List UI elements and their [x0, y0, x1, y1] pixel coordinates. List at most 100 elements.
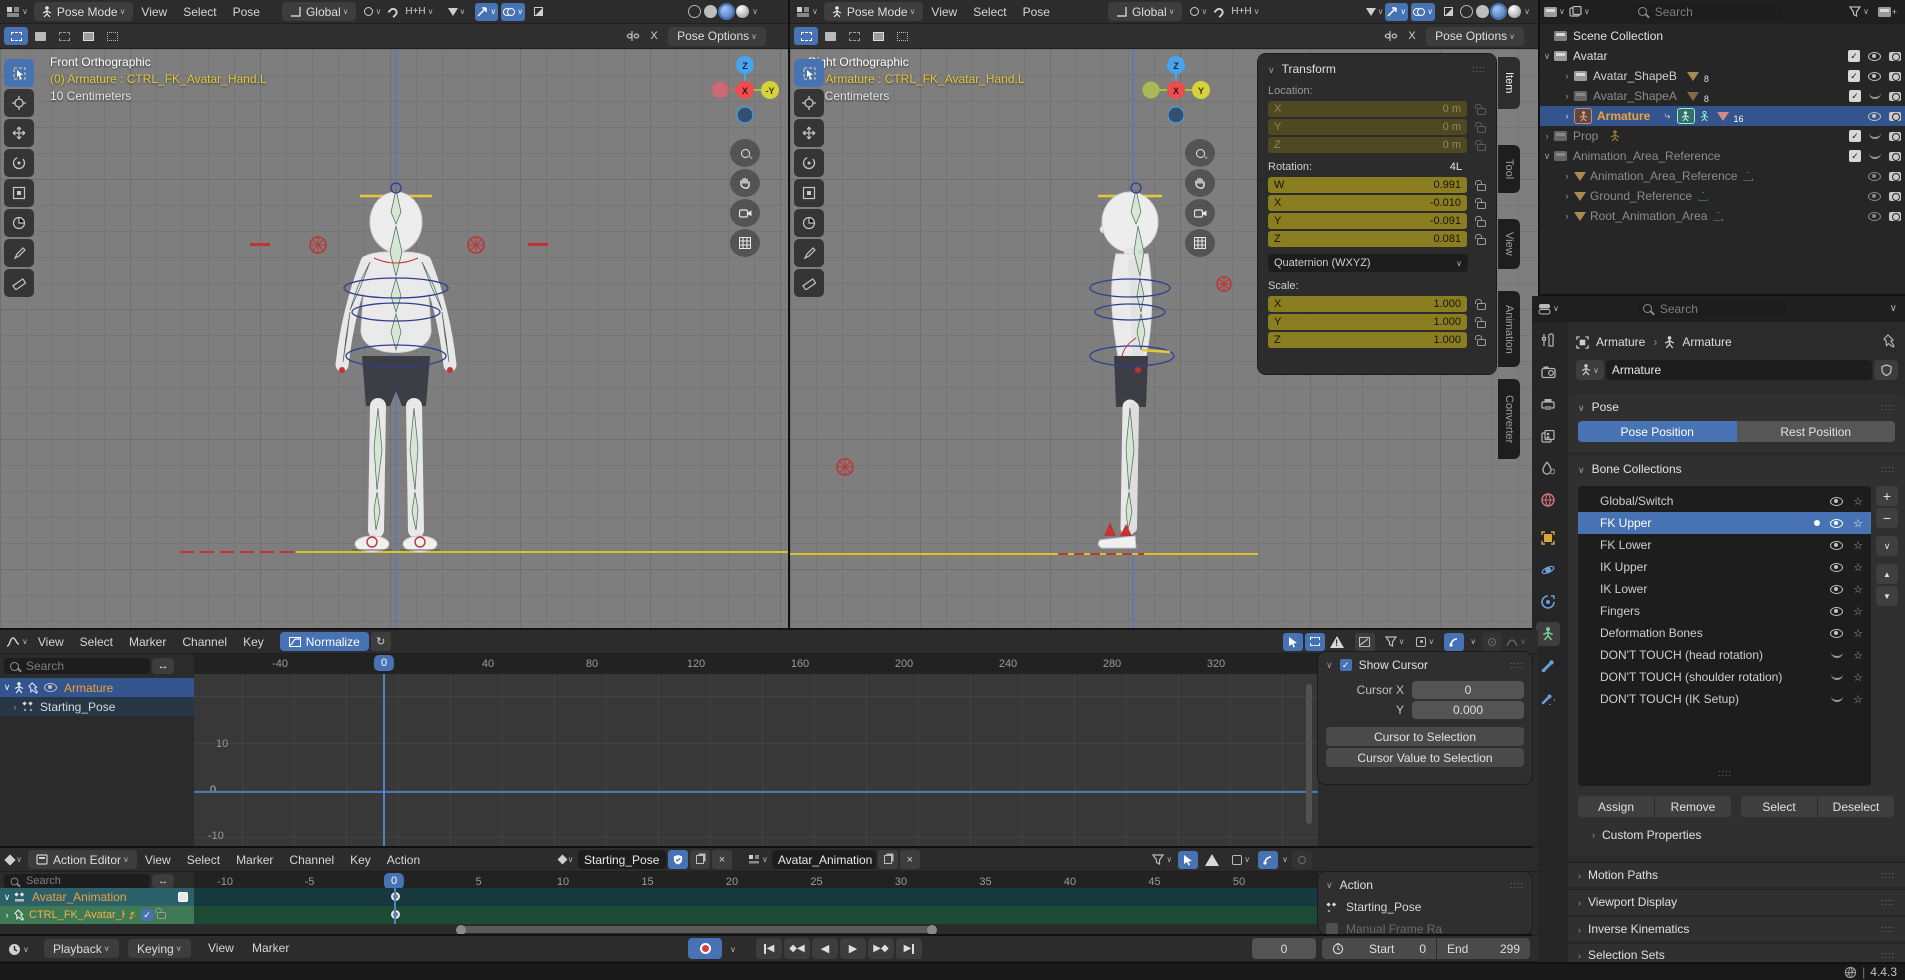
dopesheet-mode-dropdown[interactable]: Action Editor∨ — [28, 850, 137, 869]
rotation-w-field[interactable]: W0.991 — [1268, 177, 1467, 193]
play-button[interactable]: ▶ — [840, 938, 866, 959]
action-slot-name-field[interactable]: Avatar_Animation — [772, 850, 876, 869]
viewport-right-canvas[interactable]: Right Orthographic (0) Armature : CTRL_F… — [790, 49, 1538, 628]
proportional-edit-toggle[interactable] — [1444, 633, 1464, 651]
frame-range-end[interactable]: End299 — [1437, 938, 1530, 959]
shading-solid-icon[interactable] — [1476, 5, 1489, 18]
action-id-dropdown[interactable]: ∨ — [556, 851, 576, 869]
hide-eye-icon[interactable] — [1868, 52, 1881, 61]
mode-select-dropdown[interactable]: Pose Mode∨ — [824, 2, 924, 21]
editor-type-graph-button[interactable]: ∨ — [4, 633, 30, 651]
ruler-tick[interactable]: 25 — [810, 872, 822, 888]
xray-toggle[interactable] — [1438, 3, 1458, 21]
collection-specials-dropdown[interactable]: ∨ — [1876, 536, 1898, 556]
menu-pose[interactable]: Pose — [225, 5, 268, 19]
tool-measure[interactable] — [4, 269, 34, 297]
proportional-dropdown[interactable]: ∨ — [1470, 637, 1476, 646]
ruler-tick[interactable]: 15 — [641, 872, 653, 888]
select-mode-new-button[interactable] — [4, 27, 28, 45]
ruler-tick[interactable]: 50 — [1233, 872, 1245, 888]
deselect-button[interactable]: Deselect — [1817, 796, 1894, 817]
select-mode-invert-button[interactable] — [76, 27, 100, 45]
bone-collection-row-selected[interactable]: FK Upper☆ — [1578, 512, 1871, 534]
disable-render-icon[interactable] — [1889, 72, 1901, 81]
jump-to-start-button[interactable]: ◀ — [756, 938, 782, 959]
disable-render-icon[interactable] — [1889, 212, 1901, 221]
exclude-checkbox[interactable]: ✓ — [1848, 70, 1860, 82]
fake-user-shield-button[interactable] — [1874, 360, 1898, 380]
disable-render-icon[interactable] — [1889, 112, 1901, 121]
playback-dropdown[interactable]: Playback∨ — [44, 939, 119, 958]
cursor-x-field[interactable]: 0 — [1412, 681, 1524, 699]
scale-z-field[interactable]: Z1.000 — [1268, 332, 1467, 348]
properties-search-input[interactable]: Search — [1637, 300, 1787, 317]
action-panel-header[interactable]: Action — [1340, 878, 1373, 892]
channel-search-filter-button[interactable]: ↔ — [152, 658, 174, 674]
rig-handle-right[interactable] — [528, 243, 548, 246]
current-frame-field[interactable]: 0 — [1252, 938, 1316, 959]
modifier-wrench-icon[interactable] — [127, 910, 138, 921]
cursor-to-selection-button[interactable]: Cursor to Selection — [1326, 727, 1524, 746]
inverse-kinematics-panel[interactable]: ›Inverse Kinematics:::: — [1568, 916, 1905, 941]
lock-icon[interactable] — [1477, 303, 1486, 310]
pivot-point-dropdown[interactable]: ∨ — [362, 3, 383, 21]
bone-collection-row[interactable]: DON'T TOUCH (head rotation)☆ — [1578, 644, 1871, 666]
rest-position-button[interactable]: Rest Position — [1737, 421, 1896, 442]
normalize-auto-refresh-button[interactable]: ↻ — [371, 632, 391, 651]
editor-type-outliner-button[interactable]: ∨ — [1542, 3, 1567, 21]
disable-render-icon[interactable] — [1889, 192, 1901, 201]
menu-key[interactable]: Key — [342, 853, 379, 867]
dope-playhead[interactable] — [394, 888, 396, 924]
tab-world-icon[interactable] — [1536, 488, 1560, 512]
jump-to-end-button[interactable]: ▶ — [896, 938, 922, 959]
selection-sets-panel[interactable]: ›Selection Sets:::: — [1568, 943, 1905, 962]
disable-render-icon[interactable] — [1889, 132, 1901, 141]
select-mode-intersect-button[interactable] — [890, 27, 914, 45]
tool-select-box[interactable] — [4, 59, 34, 87]
lock-icon[interactable] — [1477, 321, 1486, 328]
outliner-row-armature[interactable]: › Armature ⤷ 16 — [1540, 106, 1905, 126]
location-z-field[interactable]: Z0 m — [1268, 137, 1467, 153]
axis-gizmo[interactable]: Z -Y X — [706, 51, 784, 129]
shading-wireframe-icon[interactable] — [688, 5, 701, 18]
solo-star-icon[interactable]: ☆ — [1853, 671, 1863, 684]
exclude-checkbox[interactable]: ✓ — [1848, 50, 1860, 62]
hide-eye-closed-icon[interactable] — [1869, 133, 1881, 139]
ruler-tick[interactable]: 10 — [557, 872, 569, 888]
solo-star-icon[interactable]: ☆ — [1853, 649, 1863, 662]
show-overlays-dropdown[interactable]: ∨ — [1411, 3, 1435, 21]
outliner-display-mode-dropdown[interactable]: ∨ — [1567, 3, 1592, 21]
tweak-select-icon[interactable] — [1283, 633, 1303, 651]
visibility-eye-closed-icon[interactable] — [1831, 674, 1843, 680]
select-mode-subtract-button[interactable] — [52, 27, 76, 45]
snap-dropdown[interactable]: ∨ — [1414, 633, 1436, 651]
bone-collection-row[interactable]: DON'T TOUCH (IK Setup)☆ — [1578, 688, 1871, 710]
menu-select[interactable]: Select — [965, 5, 1014, 19]
solo-star-icon[interactable]: ☆ — [1853, 693, 1863, 706]
panel-drag-handle[interactable]: :::: — [1472, 64, 1486, 74]
tab-object-data-icon[interactable] — [1536, 622, 1560, 646]
tab-constraints-icon[interactable] — [1536, 590, 1560, 614]
bone-collections-header[interactable]: ∨Bone Collections — [1578, 462, 1682, 476]
menu-view[interactable]: View — [137, 853, 179, 867]
ruler-tick[interactable]: 120 — [687, 654, 705, 674]
assign-button[interactable]: Assign — [1578, 796, 1654, 817]
pose-position-button[interactable]: Pose Position — [1578, 421, 1737, 442]
dope-ruler[interactable]: -10-505101520253035404550 — [194, 872, 1318, 888]
rig-control-right-icon[interactable] — [466, 235, 486, 255]
disable-render-icon[interactable] — [1889, 52, 1901, 61]
rotation-mode-dropdown[interactable]: Quaternion (WXYZ)∨ — [1268, 254, 1468, 272]
exclude-checkbox[interactable]: ✓ — [1849, 150, 1861, 162]
panel-drag-handle[interactable]: :::: — [1510, 880, 1524, 890]
dope-tweak-icon[interactable] — [1178, 851, 1198, 869]
visibility-eye-icon[interactable] — [1830, 563, 1843, 572]
editor-type-timeline-button[interactable]: ∨ — [6, 940, 31, 958]
menu-channel[interactable]: Channel — [174, 635, 235, 649]
dope-channel-group[interactable]: › CTRL_FK_Avatar_Ha ✓ — [0, 906, 194, 924]
ruler-tick[interactable]: 40 — [482, 654, 494, 674]
show-gizmo-dropdown[interactable]: ∨ — [1385, 3, 1408, 21]
channel-visibility-icon[interactable] — [44, 683, 57, 692]
menu-channel[interactable]: Channel — [281, 853, 342, 867]
tool-cursor[interactable] — [4, 89, 34, 117]
breadcrumb-object[interactable]: Armature — [1596, 335, 1645, 349]
